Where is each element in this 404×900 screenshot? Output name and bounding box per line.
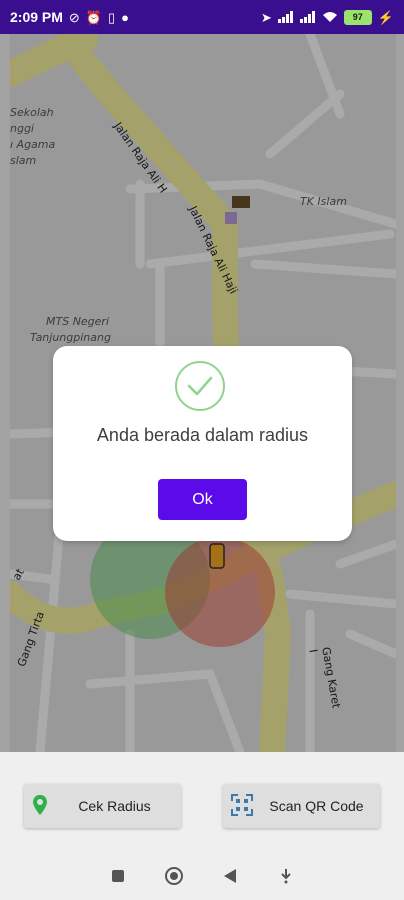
- alarm-icon: ⏰: [85, 9, 103, 25]
- wifi-icon: [322, 12, 337, 22]
- signal-icon: [277, 11, 293, 23]
- sim-icon: ▯: [108, 9, 116, 25]
- ok-button[interactable]: Ok: [158, 479, 247, 520]
- qr-code-icon: [231, 794, 253, 816]
- circle-icon: [165, 867, 183, 885]
- keyboard-hide-button[interactable]: [274, 864, 298, 888]
- check-circle-icon: [175, 361, 225, 411]
- clock: 2:09 PM: [10, 9, 63, 25]
- status-bar-right: ➤ 97 ⚡: [260, 9, 394, 25]
- square-icon: [112, 870, 124, 882]
- dialog-message: Anda berada dalam radius: [96, 425, 309, 445]
- back-triangle-icon: [224, 869, 236, 883]
- battery-icon: 97: [343, 9, 372, 25]
- success-dialog: Anda berada dalam radius Ok: [53, 346, 352, 541]
- status-bar-left: 2:09 PM ⊘ ⏰ ▯ ●: [10, 9, 129, 25]
- chevron-down-icon: [281, 869, 291, 884]
- location-icon: ➤: [260, 9, 272, 25]
- recents-button[interactable]: [106, 864, 130, 888]
- scan-qr-button[interactable]: Scan QR Code: [223, 784, 380, 828]
- do-not-disturb-icon: ⊘: [68, 9, 80, 25]
- status-bar: 2:09 PM ⊘ ⏰ ▯ ● ➤ 97 ⚡: [0, 0, 404, 34]
- signal-icon: [299, 11, 315, 23]
- action-bar: Cek Radius Scan QR Code: [0, 752, 404, 852]
- cek-radius-label: Cek Radius: [78, 798, 151, 814]
- charging-icon: ⚡: [377, 9, 394, 25]
- scan-qr-label: Scan QR Code: [269, 798, 364, 814]
- back-button[interactable]: [218, 864, 242, 888]
- no-entry-icon: ●: [121, 9, 130, 25]
- map-pin-icon: [33, 795, 47, 815]
- home-button[interactable]: [162, 864, 186, 888]
- system-nav-bar: [0, 852, 404, 900]
- cek-radius-button[interactable]: Cek Radius: [24, 784, 181, 828]
